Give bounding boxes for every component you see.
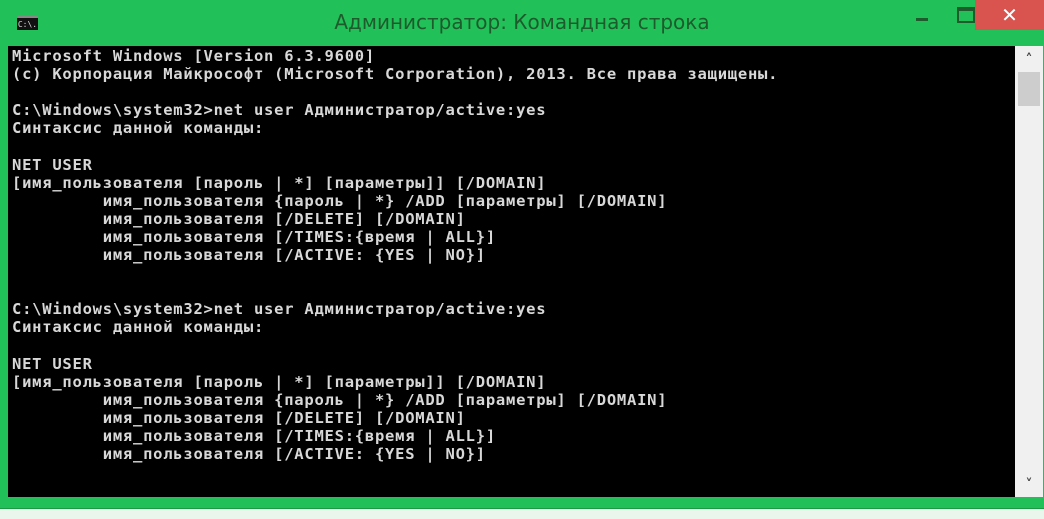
scroll-down-button[interactable]: ˅ (1015, 473, 1043, 497)
console-line: имя_пользователя {пароль | *} /ADD [пара… (12, 390, 668, 409)
console-line: C:\Windows\system32>net user Администрат… (12, 101, 547, 120)
console-line: имя_пользователя [/TIMES:{время | ALL}] (12, 227, 496, 246)
console-line: (c) Корпорация Майкрософт (Microsoft Cor… (12, 65, 779, 84)
chevron-up-icon: ˄ (1025, 52, 1033, 68)
console-line: Microsoft Windows [Version 6.3.9600] (12, 47, 375, 65)
maximize-icon (957, 7, 975, 23)
window-title: Администратор: Командная строка (334, 10, 710, 34)
console-line: имя_пользователя [/DELETE] [/DOMAIN] (12, 209, 466, 228)
title-bar[interactable]: C:\. Администратор: Командная строка ✕ (0, 0, 1044, 46)
console-line: имя_пользователя [/DELETE] [/DOMAIN] (12, 408, 466, 427)
console-line: [имя_пользователя [пароль | *] [параметр… (12, 372, 547, 391)
scroll-up-button[interactable]: ˄ (1015, 48, 1043, 72)
console-line: NET USER (12, 155, 93, 174)
console-line: [имя_пользователя [пароль | *] [параметр… (12, 173, 547, 192)
console-line: Синтаксис данной команды: (12, 119, 265, 138)
chevron-down-icon: ˅ (1025, 477, 1033, 493)
cmd-window: C:\. Администратор: Командная строка ✕ M… (0, 0, 1044, 509)
console-line: имя_пользователя [/ACTIVE: {YES | NO}] (12, 246, 486, 265)
console-line: Синтаксис данной команды: (12, 318, 265, 337)
console-line: NET USER (12, 354, 93, 373)
console-line: C:\Windows\system32>net user Администрат… (12, 300, 547, 319)
console-line: имя_пользователя {пароль | *} /ADD [пара… (12, 191, 668, 210)
console-output[interactable]: Microsoft Windows [Version 6.3.9600] (c)… (8, 46, 1015, 497)
scrollbar-thumb[interactable] (1018, 72, 1040, 106)
minimize-icon (916, 17, 928, 21)
close-icon: ✕ (1001, 3, 1018, 27)
console-text: Microsoft Windows [Version 6.3.9600] (c)… (8, 46, 1015, 463)
minimize-button[interactable] (900, 0, 944, 30)
vertical-scrollbar[interactable]: ˄ ˅ (1015, 46, 1043, 497)
console-line: имя_пользователя [/TIMES:{время | ALL}] (12, 426, 496, 445)
close-button[interactable]: ✕ (975, 0, 1044, 30)
console-line: имя_пользователя [/ACTIVE: {YES | NO}] (12, 445, 486, 464)
